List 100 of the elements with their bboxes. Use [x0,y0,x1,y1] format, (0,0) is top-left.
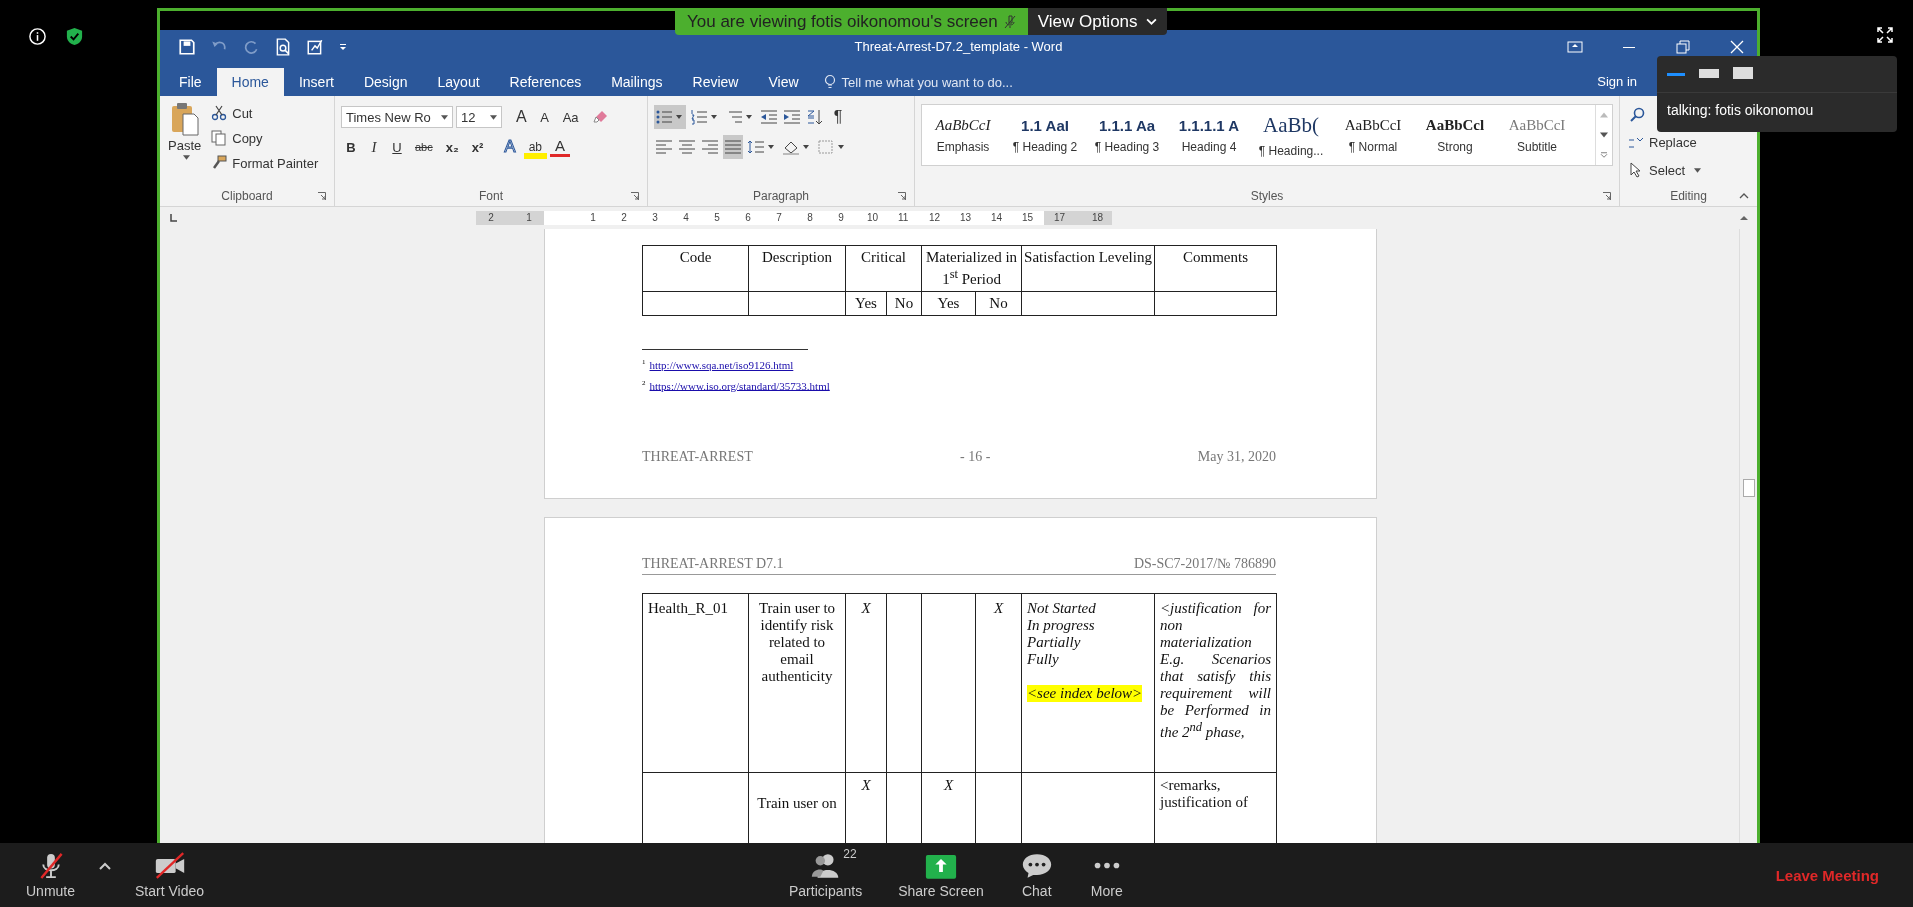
ribbon-tab[interactable]: References [494,68,597,96]
ribbon-tab[interactable]: Review [677,68,754,96]
footnote-link[interactable]: http://www.sqa.net/iso9126.html [649,358,794,371]
ribbon-display-options-icon[interactable] [1567,38,1583,55]
window-title: Threat-Arrest-D7.2_template - Word [854,39,1063,54]
caret-icon[interactable] [441,114,448,120]
ribbon-tab[interactable]: Design [348,68,423,96]
font-tool-button[interactable]: A [511,105,532,129]
footnote-link[interactable]: https://www.iso.org/standard/35733.html [649,379,830,392]
ribbon-tab[interactable]: Mailings [596,68,678,96]
scrollbar-thumb[interactable] [1743,479,1755,497]
scissors-icon[interactable] [211,105,228,121]
table-cell: X [845,593,887,773]
tell-me-search[interactable]: Tell me what you want to do... [841,74,1013,90]
cut-button[interactable]: Cut [209,102,321,124]
ruler-number: 7 [775,211,783,225]
caret-icon[interactable] [99,862,112,870]
restore-icon[interactable] [1675,38,1691,55]
customize-toolbar-icon[interactable] [338,41,348,52]
shield-icon[interactable] [65,27,84,46]
table-header-cell: No [886,291,922,316]
vertical-scrollbar[interactable] [1739,229,1757,843]
font-tool-button[interactable]: x² [466,135,489,159]
font-tool-button[interactable]: I [364,135,384,159]
close-icon[interactable] [1729,38,1745,55]
ribbon-tab[interactable]: File [164,68,217,96]
font-tool-button[interactable]: U [387,135,407,159]
caret-icon[interactable] [490,114,497,120]
scroll-up-icon[interactable] [1739,213,1749,223]
font-tool-button[interactable]: x₂ [440,135,464,159]
sign-in-link[interactable]: Sign in [1597,68,1637,96]
style-option[interactable]: 1.1.1.1 A Heading 4 [1168,105,1250,165]
tab-selector-icon[interactable] [168,213,178,223]
table-cell: Train user to identify risk related to email authenticity [748,593,846,773]
ruler-number: 9 [837,211,845,225]
group-label: Font [479,189,503,203]
search-icon[interactable] [1630,107,1646,123]
font-tool-button[interactable]: B [341,135,361,159]
show-formatting-marks-button[interactable]: ¶ [828,105,848,129]
dialog-launcher-icon[interactable] [1603,192,1611,200]
screen-share-banner: You are viewing fotis oikonomou's screen [675,8,1028,35]
bullets-icon[interactable] [654,105,686,129]
paintbrush-icon[interactable] [211,155,228,171]
scroll-down-icon[interactable] [1600,132,1608,138]
collapse-ribbon-icon[interactable] [1739,193,1749,199]
style-option[interactable]: AaBbCcI ¶ Normal [1332,105,1414,165]
style-option[interactable]: 1.1 AaI ¶ Heading 2 [1004,105,1086,165]
expand-gallery-icon[interactable] [1600,152,1608,158]
font-name-dropdown[interactable]: Times New Ro [341,106,453,128]
clipboard-icon[interactable] [169,102,200,136]
ruler-number: 4 [682,211,690,225]
font-tool-button[interactable]: Aa [557,105,584,129]
fullscreen-icon[interactable] [1877,27,1893,43]
view-options-button[interactable]: View Options [1027,8,1167,35]
unmute-button[interactable]: Unmute [22,851,80,899]
table-header-cell: Description [748,245,846,292]
status-option: Fully [1027,651,1149,668]
style-option[interactable]: AaBbCcl Strong [1414,105,1496,165]
dialog-launcher-icon[interactable] [898,192,906,200]
paste-button[interactable]: Paste [166,102,204,186]
font-tool-button[interactable]: abc [410,135,438,159]
style-option[interactable]: AaBb( ¶ Heading... [1250,105,1332,165]
chat-button[interactable]: Chat [1015,851,1058,899]
format-painter-button[interactable]: Format Painter [209,152,321,174]
group-label: Styles [1250,189,1284,203]
ribbon-tab[interactable]: Insert [283,68,349,96]
info-icon[interactable] [28,27,47,46]
start-video-button[interactable]: Start Video [131,851,209,899]
lightbulb-icon [823,74,836,90]
header-text: DS-SC7-2017/№ 786890 [1133,556,1276,572]
ruler-number: 12 [929,211,939,225]
caret-icon[interactable] [1694,167,1702,173]
share-button[interactable]: Share Screen [894,851,988,899]
table-cell: <justification for non materialization E.g. Scenarios that satisfy this requirement will be Performed in the 2$^{nd}$ phase, [1154,593,1277,773]
dialog-launcher-icon[interactable] [318,192,326,200]
style-option[interactable]: AaBbCcI Subtitle [1496,105,1578,165]
font-tool-button[interactable]: A [550,137,571,157]
dialog-launcher-icon[interactable] [631,192,639,200]
active-speaker-label: talking: fotis oikonomou [1666,101,1815,120]
font-tool-button[interactable]: A [534,105,555,129]
caret-icon[interactable] [183,155,191,160]
style-option[interactable]: AaBbCcI Emphasis [922,105,1004,165]
copy-button[interactable]: Copy [209,127,321,149]
touch-mode-icon[interactable] [306,37,324,56]
more-button[interactable]: More [1085,851,1128,899]
font-size-dropdown[interactable]: 12 [456,106,502,128]
table-header-cell: Materialized in 1$^{st}$ Period [921,245,1022,292]
save-icon[interactable] [178,37,196,56]
select-button[interactable]: Select [1626,158,1751,182]
copy-icon[interactable] [211,130,228,146]
ribbon-tab[interactable]: Layout [422,68,495,96]
replace-button[interactable]: Replace [1626,130,1751,154]
ruler-number: 14 [991,211,1001,225]
ribbon-tab[interactable]: View [753,68,814,96]
ribbon-tab[interactable]: Home [216,68,284,96]
leave-meeting-button[interactable]: Leave Meeting [1769,865,1885,885]
print-preview-icon[interactable] [274,37,292,56]
chevron-icon[interactable] [1145,18,1157,25]
clear-formatting-icon[interactable] [592,109,609,125]
style-option[interactable]: 1.1.1 Aa ¶ Heading 3 [1086,105,1168,165]
